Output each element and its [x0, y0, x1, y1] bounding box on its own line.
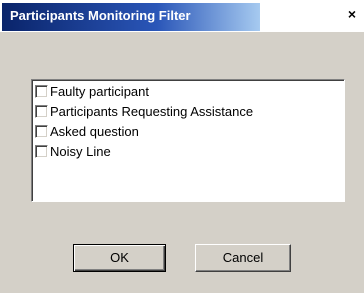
- cancel-button-label: Cancel: [222, 250, 264, 265]
- list-item-faulty-participant[interactable]: Faulty participant: [35, 81, 149, 101]
- checkbox-label: Participants Requesting Assistance: [50, 103, 254, 119]
- window-title: Participants Monitoring Filter: [10, 8, 191, 23]
- list-item-asked-question[interactable]: Asked question: [35, 121, 139, 141]
- list-item-participants-requesting-assistance[interactable]: Participants Requesting Assistance: [35, 101, 253, 121]
- dialog-window: Participants Monitoring Filter × Faulty …: [0, 0, 364, 293]
- checkbox-participants-requesting-assistance[interactable]: [35, 104, 48, 118]
- checkbox-noisy-line[interactable]: [35, 144, 48, 158]
- checkbox-faulty-participant[interactable]: [35, 84, 48, 98]
- filter-list: Faulty participant Participants Requesti…: [31, 79, 345, 202]
- checkbox-asked-question[interactable]: [35, 124, 48, 138]
- checkbox-label: Faulty participant: [50, 83, 149, 99]
- cancel-button[interactable]: Cancel: [195, 244, 291, 272]
- title-bar-background: Participants Monitoring Filter: [2, 3, 260, 31]
- ok-button[interactable]: OK: [73, 244, 166, 272]
- close-icon[interactable]: ×: [344, 6, 360, 22]
- list-item-noisy-line[interactable]: Noisy Line: [35, 141, 111, 161]
- checkbox-label: Asked question: [50, 123, 139, 139]
- title-bar: Participants Monitoring Filter ×: [0, 0, 364, 32]
- checkbox-label: Noisy Line: [50, 143, 111, 159]
- ok-button-label: OK: [110, 250, 129, 265]
